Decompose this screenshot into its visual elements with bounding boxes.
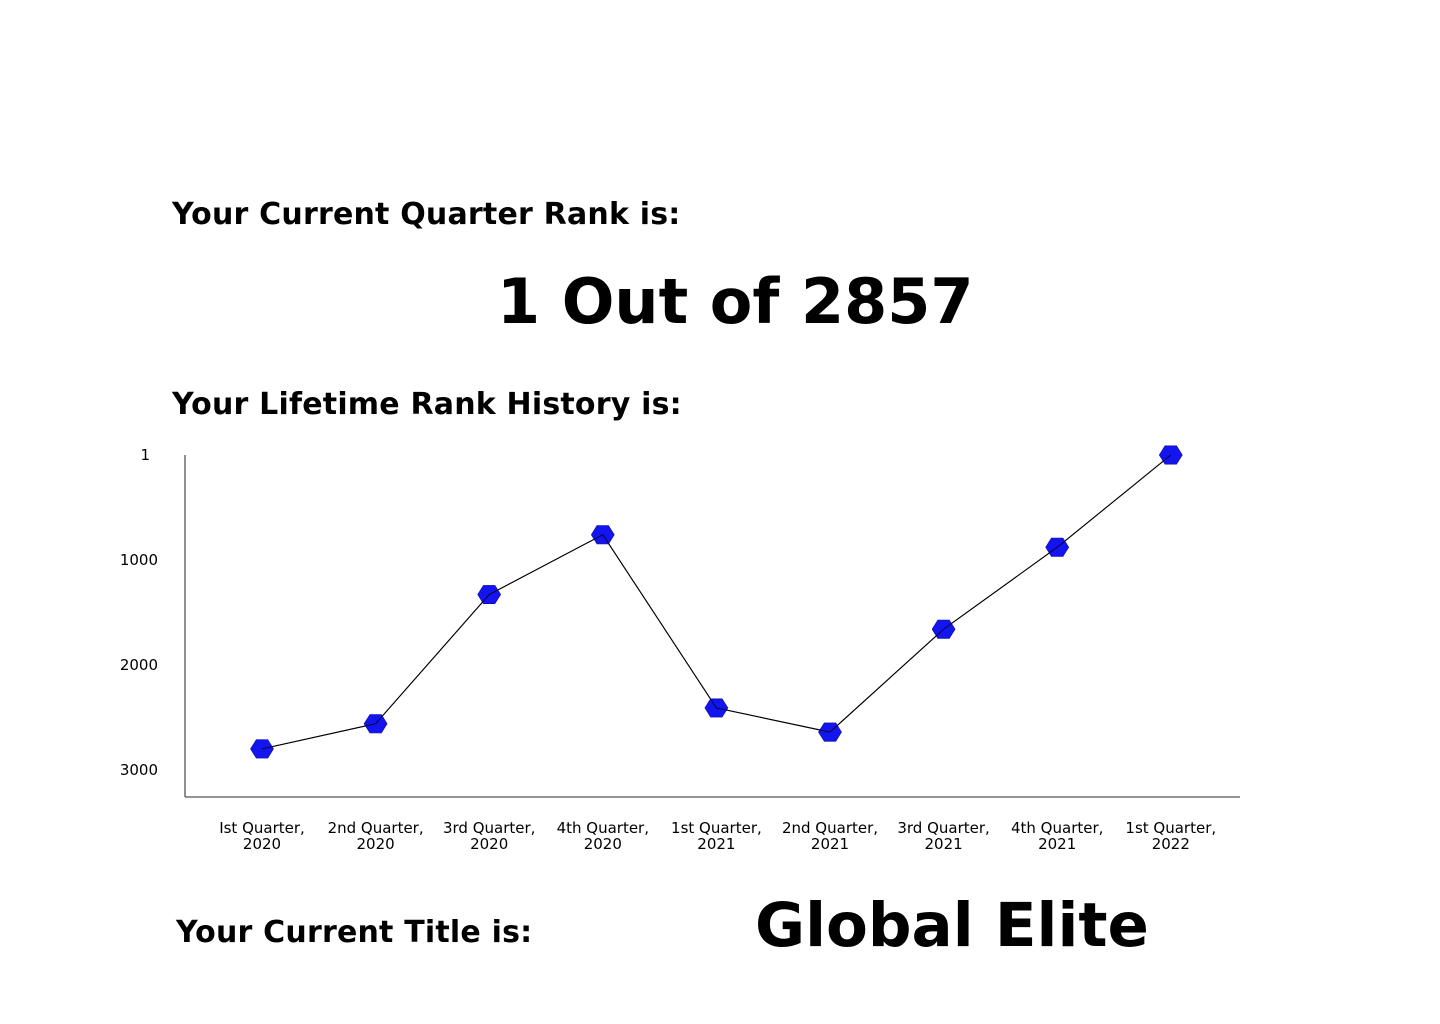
x-category-label: 4th Quarter, 2021 [1011, 819, 1103, 853]
x-category-label: Ist Quarter, 2020 [219, 819, 305, 853]
x-category-label: 4th Quarter, 2020 [557, 819, 649, 853]
x-category-label: 3rd Quarter, 2021 [897, 819, 989, 853]
data-point [250, 739, 274, 759]
x-category-label: 1st Quarter, 2022 [1125, 819, 1216, 853]
y-tick-label: 2000 [120, 656, 158, 674]
x-category-label: 1st Quarter, 2021 [671, 819, 762, 853]
x-category-label: 3rd Quarter, 2020 [443, 819, 535, 853]
y-tick-label: 3000 [120, 761, 158, 779]
rank-page: Your Current Quarter Rank is: 1 Out of 2… [0, 0, 1440, 1024]
x-category-label: 2nd Quarter, 2020 [328, 819, 424, 853]
rank-history-chart: 1 1000 2000 3000 Ist Quarter, 2020 2nd Quarter… [120, 445, 1240, 853]
y-tick-label: 1000 [120, 551, 158, 569]
current-title-value: Global Elite [755, 890, 1149, 961]
x-category-label: 2nd Quarter, 2021 [782, 819, 878, 853]
y-tick-label: 1 [140, 446, 150, 464]
current-title-heading: Your Current Title is: [176, 915, 533, 950]
